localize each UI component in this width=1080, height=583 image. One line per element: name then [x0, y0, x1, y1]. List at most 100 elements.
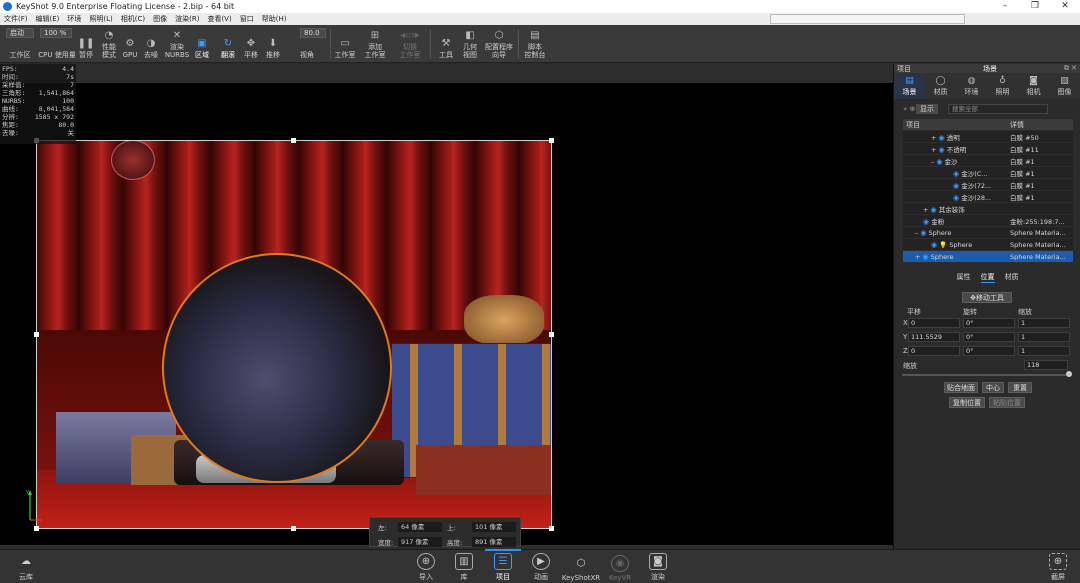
- visibility-eye-icon[interactable]: ◉: [923, 253, 929, 261]
- screenshot-button[interactable]: ⊕ 截屏: [1044, 552, 1072, 582]
- tab-material[interactable]: ◯ 材质: [925, 73, 956, 99]
- expand-icon[interactable]: +: [931, 134, 939, 142]
- dolly-button[interactable]: ⬇ 推移: [263, 25, 283, 63]
- menu-environment[interactable]: 环境: [63, 14, 85, 24]
- tree-row-selected[interactable]: + ◉ Sphere Sphere Materia...: [903, 251, 1073, 263]
- visibility-eye-icon[interactable]: ◉: [953, 170, 959, 178]
- region-handle-r[interactable]: [549, 332, 554, 337]
- uniform-scale-slider-knob[interactable]: [1066, 371, 1072, 377]
- scene-search-input[interactable]: 搜索全部: [948, 104, 1048, 114]
- tab-image[interactable]: ▧ 图像: [1049, 73, 1080, 99]
- panel-float-close-icon[interactable]: ⧉ ✕: [1064, 64, 1077, 73]
- region-left-field[interactable]: 64 像素: [398, 521, 442, 532]
- denoise-button[interactable]: ◑ 去噪: [141, 25, 161, 63]
- region-width-field[interactable]: 917 像素: [398, 536, 442, 547]
- menu-edit[interactable]: 编辑(E): [32, 14, 64, 24]
- add-studio-button[interactable]: ⊞ 添加 工作室: [362, 25, 388, 63]
- cpu-usage-button[interactable]: CPU 使用量: [38, 25, 76, 63]
- tree-row[interactable]: ◉ 金粉 金粉:255:198:7...: [903, 215, 1073, 227]
- maximize-icon[interactable]: ❐: [1020, 0, 1050, 13]
- rotate-x-field[interactable]: 0°: [963, 318, 1015, 328]
- region-height-field[interactable]: 891 像素: [472, 536, 516, 547]
- visibility-eye-icon[interactable]: ◉: [923, 218, 929, 226]
- configurator-wizard-button[interactable]: ⬡ 配置程序 向导: [483, 25, 515, 63]
- show-filter-dropdown[interactable]: 显示: [916, 104, 938, 114]
- tree-row[interactable]: + ◉ 其余装饰: [903, 203, 1073, 215]
- visibility-eye-icon[interactable]: ◉: [931, 206, 937, 214]
- menu-file[interactable]: 文件(F): [0, 14, 32, 24]
- copy-position-button[interactable]: 复制位置: [949, 397, 985, 408]
- visibility-eye-icon[interactable]: ◉: [931, 241, 937, 249]
- studio-button[interactable]: ▭ 工作室: [332, 25, 358, 63]
- menu-help[interactable]: 帮助(H): [258, 14, 291, 24]
- geometry-view-button[interactable]: ◧ 几何 视图: [459, 25, 481, 63]
- menu-lighting[interactable]: 照明(L): [85, 14, 116, 24]
- visibility-eye-icon[interactable]: ◉: [939, 134, 945, 142]
- region-handle-tr[interactable]: [549, 138, 554, 143]
- keyshotxr-button[interactable]: ⬡ KeyShotXR: [562, 552, 600, 582]
- close-icon[interactable]: ✕: [1050, 0, 1080, 13]
- tree-row[interactable]: – ◉ 金沙 白膜 #1: [903, 155, 1073, 167]
- performance-mode-button[interactable]: ◔ 性能 模式: [97, 25, 121, 63]
- subtab-properties[interactable]: 属性: [957, 272, 971, 282]
- translate-x-field[interactable]: 0: [908, 318, 960, 328]
- tab-environment[interactable]: ◍ 环境: [956, 73, 987, 99]
- visibility-eye-icon[interactable]: ◉: [936, 158, 942, 166]
- gpu-button[interactable]: ⚙ GPU: [121, 25, 139, 63]
- render-nurbs-button[interactable]: ✕ 渲染 NURBS: [164, 25, 190, 63]
- perspective-button[interactable]: 视角: [296, 25, 318, 63]
- region-handle-b[interactable]: [291, 526, 296, 531]
- tree-row[interactable]: + ◉ 不透明 白膜 #11: [903, 143, 1073, 155]
- translate-y-field[interactable]: 111.5529: [908, 332, 960, 342]
- pause-button[interactable]: ❚❚ 暂停: [77, 25, 95, 63]
- scale-z-field[interactable]: 1: [1018, 346, 1070, 356]
- workspace-button[interactable]: 工作区: [6, 25, 34, 63]
- cloud-library-button[interactable]: ☁ 云库: [12, 552, 40, 582]
- paste-position-button[interactable]: 粘贴位置: [989, 397, 1025, 408]
- expand-icon[interactable]: +: [923, 206, 931, 214]
- menu-view[interactable]: 查看(V): [203, 14, 235, 24]
- pan-button[interactable]: ✥ 平移: [241, 25, 261, 63]
- tumble-button[interactable]: ↻ 翻滚: [218, 25, 238, 63]
- expand-icon[interactable]: +: [915, 253, 923, 261]
- project-button[interactable]: ☰ 项目: [490, 552, 516, 582]
- rotate-z-field[interactable]: 0°: [963, 346, 1015, 356]
- tab-camera[interactable]: ◙ 相机: [1018, 73, 1049, 99]
- region-selection-frame[interactable]: [36, 140, 552, 529]
- region-handle-br[interactable]: [549, 526, 554, 531]
- tree-row[interactable]: ◉ 💡 Sphere Sphere Materia...: [903, 239, 1073, 251]
- region-top-field[interactable]: 101 像素: [472, 521, 516, 532]
- visibility-eye-icon[interactable]: ◉: [953, 182, 959, 190]
- scale-x-field[interactable]: 1: [1018, 318, 1070, 328]
- render-button[interactable]: ◙ 渲染: [646, 552, 670, 582]
- menu-window[interactable]: 窗口: [236, 14, 258, 24]
- expand-icon[interactable]: +: [931, 146, 939, 154]
- tab-lighting[interactable]: ♁ 照明: [987, 73, 1018, 99]
- region-handle-l[interactable]: [34, 332, 39, 337]
- subtab-material[interactable]: 材质: [1005, 272, 1019, 282]
- tree-row[interactable]: – ◉ Sphere Sphere Materia...: [903, 227, 1073, 239]
- uniform-scale-field[interactable]: 118: [1024, 360, 1068, 370]
- tools-button[interactable]: ⚒ 工具: [436, 25, 456, 63]
- minimize-icon[interactable]: –: [990, 0, 1020, 13]
- translate-z-field[interactable]: 0: [908, 346, 960, 356]
- animation-button[interactable]: ▶ 动画: [529, 552, 553, 582]
- visibility-eye-icon[interactable]: ◉: [953, 194, 959, 202]
- expand-arrows-icon[interactable]: » ⊕: [903, 105, 915, 113]
- switch-studio-button[interactable]: ◂▭▸ 切换 工作室: [396, 25, 424, 63]
- tree-row[interactable]: ◉ 金沙(72... 白膜 #1: [903, 179, 1073, 191]
- visibility-eye-icon[interactable]: ◉: [939, 146, 945, 154]
- visibility-eye-icon[interactable]: ◉: [920, 229, 926, 237]
- move-tool-button[interactable]: ✥ 移动工具: [962, 292, 1012, 303]
- snap-to-ground-button[interactable]: 贴合地面: [944, 382, 978, 393]
- reset-button[interactable]: 重置: [1008, 382, 1032, 393]
- scale-y-field[interactable]: 1: [1018, 332, 1070, 342]
- menu-image[interactable]: 图像: [149, 14, 171, 24]
- region-handle-bl[interactable]: [34, 526, 39, 531]
- menu-camera[interactable]: 相机(C): [117, 14, 149, 24]
- library-button[interactable]: ▥ 库: [452, 552, 476, 582]
- tree-row[interactable]: + ◉ 透明 白膜 #50: [903, 131, 1073, 143]
- uniform-scale-slider[interactable]: [902, 374, 1072, 376]
- subtab-position[interactable]: 位置: [980, 272, 995, 283]
- region-button[interactable]: ▣ 区域: [192, 25, 212, 63]
